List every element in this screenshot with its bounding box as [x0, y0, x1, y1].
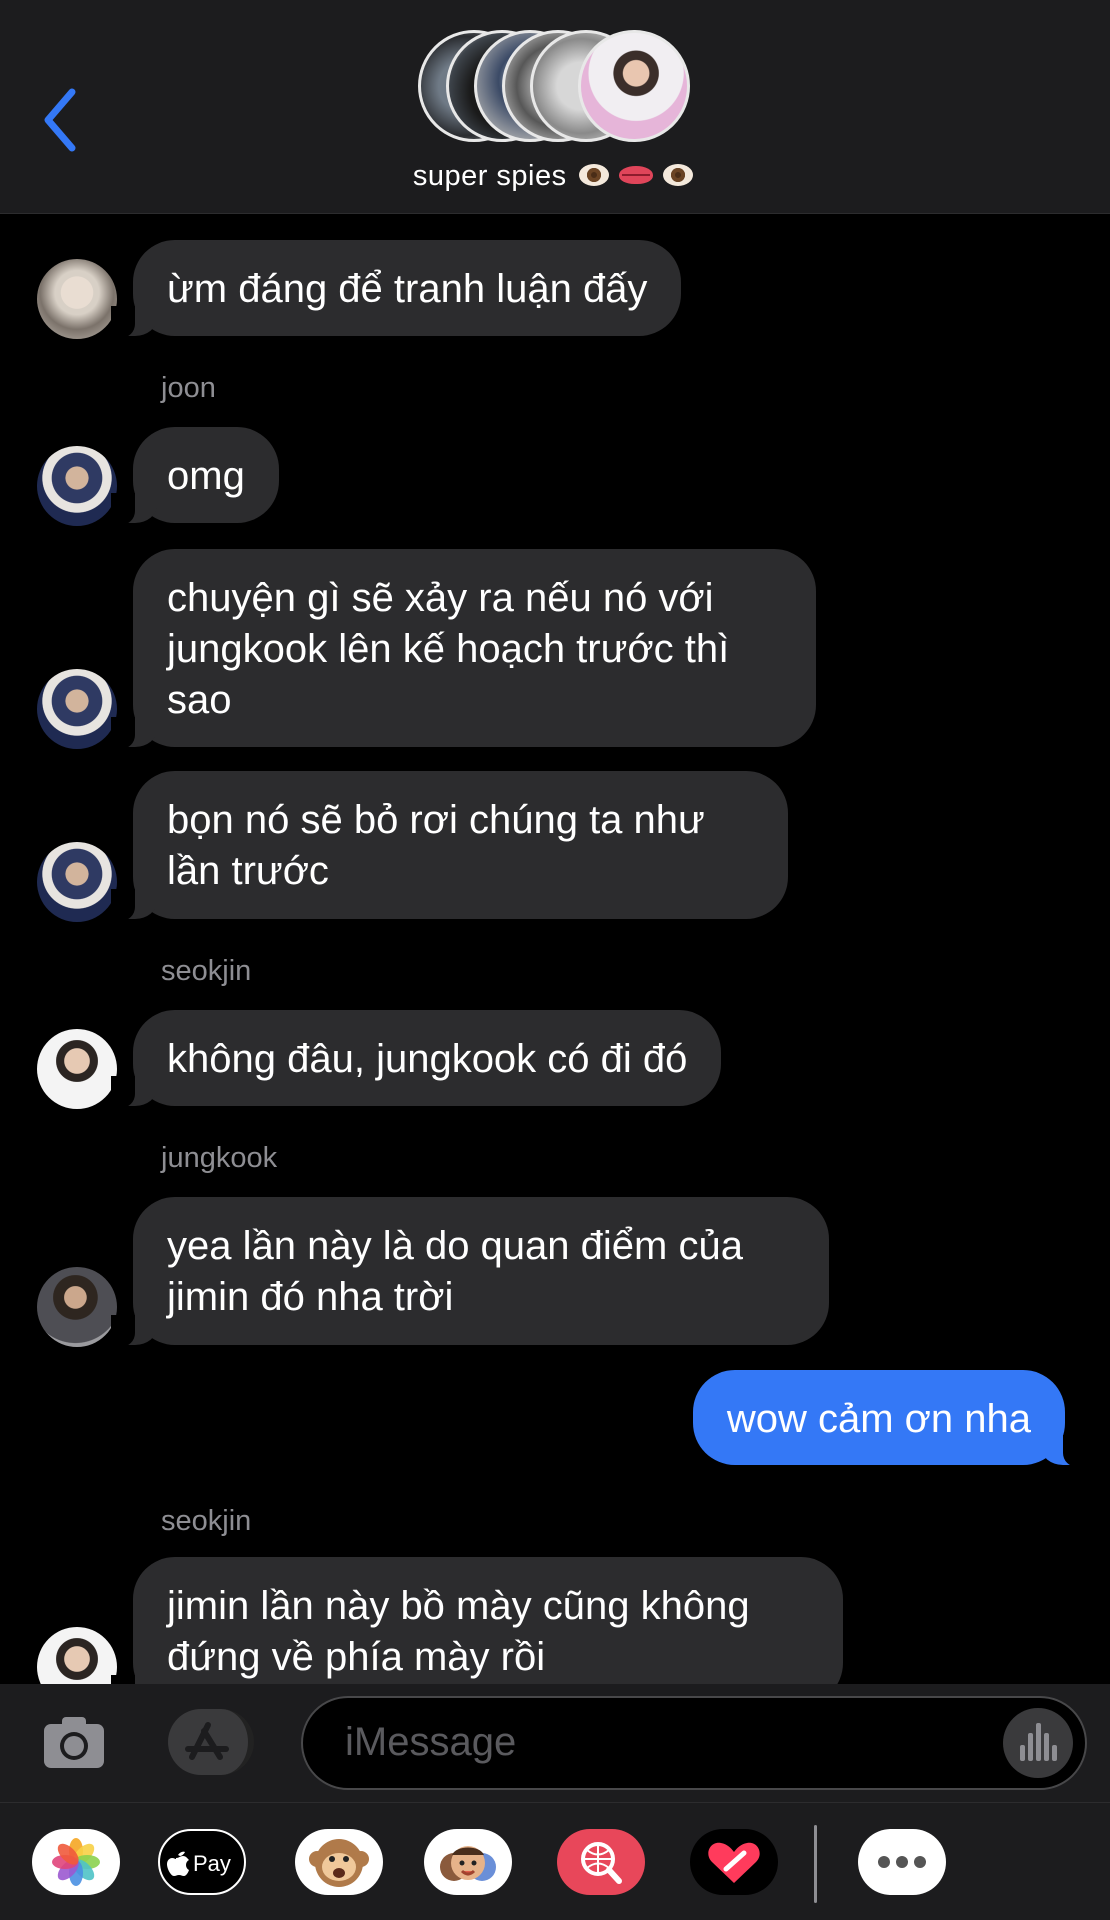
- avatar[interactable]: [37, 1029, 117, 1109]
- avatar[interactable]: [37, 1627, 117, 1684]
- chevron-left-icon: [44, 88, 76, 152]
- drawer-divider: [814, 1825, 817, 1903]
- app-store-button[interactable]: [168, 1709, 254, 1775]
- voice-message-button[interactable]: [1003, 1708, 1073, 1778]
- app-drawer: Pay: [0, 1802, 1110, 1920]
- avatar[interactable]: [37, 259, 117, 339]
- message-bubble[interactable]: không đâu, jungkook có đi đó: [110, 1010, 722, 1108]
- more-apps-button[interactable]: [858, 1829, 946, 1895]
- compose-bar: iMessage: [0, 1684, 1110, 1802]
- sender-name: seokjin: [161, 955, 252, 987]
- app-store-icon: [185, 1722, 229, 1760]
- apple-pay-icon: Pay: [167, 1851, 231, 1876]
- message-bubble[interactable]: jimin lần này bồ mày cũng không đứng về …: [111, 1557, 843, 1684]
- message-input-placeholder: iMessage: [345, 1720, 517, 1764]
- message-bubble[interactable]: bọn nó sẽ bỏ rơi chúng ta như lần trước: [111, 771, 788, 921]
- group-name: super spies: [412, 160, 567, 192]
- message-list[interactable]: ừm đáng để tranh luận đấy joon omg chuyệ…: [0, 0, 1110, 1684]
- group-avatars[interactable]: [418, 30, 698, 146]
- sender-name: seokjin: [161, 1505, 252, 1537]
- apple-pay-label: Pay: [193, 1851, 231, 1876]
- message-text: chuyện gì sẽ xảy ra nếu nó với jungkook …: [167, 576, 730, 722]
- sender-name: joon: [161, 372, 216, 404]
- avatar[interactable]: [37, 669, 117, 749]
- message-text: jimin lần này bồ mày cũng không đứng về …: [167, 1584, 750, 1679]
- message-text: ừm đáng để tranh luận đấy: [167, 267, 648, 311]
- image-search-button[interactable]: [557, 1829, 645, 1895]
- animoji-button[interactable]: [295, 1829, 383, 1895]
- camera-icon: [44, 1717, 104, 1768]
- eye-emoji-icon: [579, 164, 610, 187]
- animoji-icon: [309, 1839, 369, 1887]
- camera-button[interactable]: [42, 1714, 106, 1770]
- apple-pay-button[interactable]: Pay: [158, 1829, 246, 1895]
- more-icon: [878, 1856, 926, 1868]
- digital-touch-icon: [708, 1842, 760, 1883]
- back-button[interactable]: [38, 80, 88, 160]
- memoji-icon: [440, 1846, 496, 1881]
- avatar[interactable]: [37, 1267, 117, 1347]
- eye-emoji-icon: [663, 164, 694, 187]
- digital-touch-button[interactable]: [690, 1829, 778, 1895]
- avatar: [578, 30, 690, 142]
- sender-name: jungkook: [161, 1142, 278, 1174]
- message-bubble[interactable]: omg: [111, 427, 279, 525]
- conversation-header: super spies: [0, 0, 1110, 214]
- message-bubble[interactable]: ừm đáng để tranh luận đấy: [110, 240, 682, 338]
- outgoing-message-bubble[interactable]: wow cảm ơn nha: [692, 1370, 1088, 1467]
- message-text: omg: [167, 454, 245, 498]
- avatar[interactable]: [37, 842, 117, 922]
- message-text: wow cảm ơn nha: [726, 1397, 1031, 1441]
- message-input[interactable]: iMessage: [301, 1696, 1087, 1790]
- message-text: không đâu, jungkook có đi đó: [167, 1037, 688, 1081]
- message-text: bọn nó sẽ bỏ rơi chúng ta như lần trước: [167, 798, 705, 893]
- group-title[interactable]: super spies: [0, 160, 1110, 193]
- message-bubble[interactable]: yea lần này là do quan điểm của jimin đó…: [111, 1197, 829, 1347]
- photos-app-button[interactable]: [32, 1829, 120, 1895]
- message-text: yea lần này là do quan điểm của jimin đó…: [167, 1224, 743, 1319]
- message-bubble[interactable]: chuyện gì sẽ xảy ra nếu nó với jungkook …: [111, 549, 816, 749]
- memoji-button[interactable]: [424, 1829, 512, 1895]
- photos-icon: [52, 1838, 100, 1886]
- search-images-icon: [581, 1842, 622, 1884]
- avatar[interactable]: [37, 446, 117, 526]
- lips-emoji-icon: [619, 166, 654, 185]
